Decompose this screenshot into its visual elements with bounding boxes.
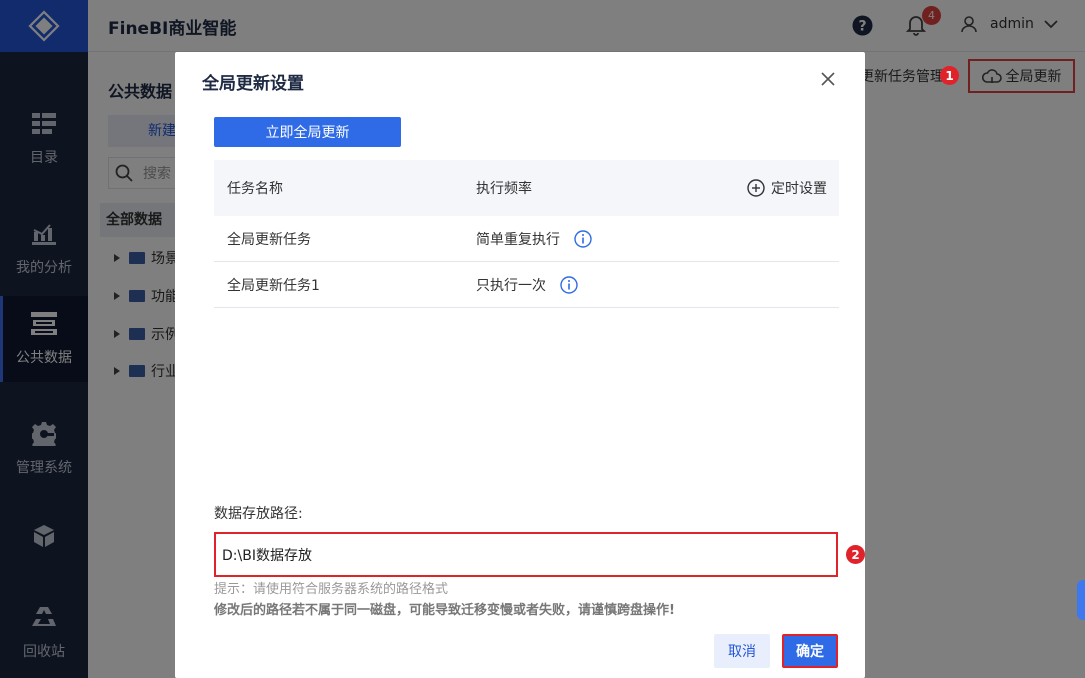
task-frequency: 简单重复执行 — [476, 229, 592, 249]
task-frequency: 只执行一次 — [476, 275, 578, 295]
info-icon[interactable] — [574, 229, 592, 248]
data-path-input[interactable] — [214, 532, 838, 577]
path-hint: 提示：请使用符合服务器系统的路径格式 — [214, 582, 449, 597]
annotation-marker-1: 1 — [940, 66, 959, 85]
path-warning: 修改后的路径若不属于同一磁盘，可能导致迁移变慢或者失败，请谨慎跨盘操作! — [214, 603, 675, 618]
confirm-button[interactable]: 确定 — [782, 634, 838, 668]
column-header-task-name: 任务名称 — [227, 181, 283, 197]
cancel-button[interactable]: 取消 — [714, 634, 770, 668]
dialog-title: 全局更新设置 — [202, 74, 304, 94]
frequency-text: 简单重复执行 — [476, 231, 560, 248]
close-button[interactable] — [820, 71, 836, 87]
side-drawer-handle[interactable] — [1077, 580, 1085, 620]
plus-circle-icon — [747, 179, 765, 197]
path-label: 数据存放路径: — [214, 506, 303, 522]
global-update-dialog: 全局更新设置 立即全局更新 任务名称 执行频率 定时设置 全局更新任务 简单重复… — [175, 52, 865, 678]
schedule-settings-button[interactable]: 定时设置 — [747, 178, 827, 198]
table-row[interactable]: 全局更新任务 简单重复执行 — [214, 216, 839, 262]
table-row[interactable]: 全局更新任务1 只执行一次 — [214, 262, 839, 308]
task-name: 全局更新任务1 — [227, 277, 320, 294]
task-name: 全局更新任务 — [227, 231, 311, 248]
close-icon — [821, 72, 835, 86]
update-now-button[interactable]: 立即全局更新 — [214, 117, 401, 147]
table-header: 任务名称 执行频率 定时设置 — [214, 160, 839, 216]
column-header-frequency: 执行频率 — [476, 181, 532, 197]
task-table: 任务名称 执行频率 定时设置 全局更新任务 简单重复执行 全局更新任务1 只执行… — [214, 160, 839, 308]
schedule-settings-label: 定时设置 — [771, 181, 827, 197]
annotation-marker-2: 2 — [846, 545, 865, 564]
info-icon[interactable] — [560, 275, 578, 294]
frequency-text: 只执行一次 — [476, 277, 546, 294]
